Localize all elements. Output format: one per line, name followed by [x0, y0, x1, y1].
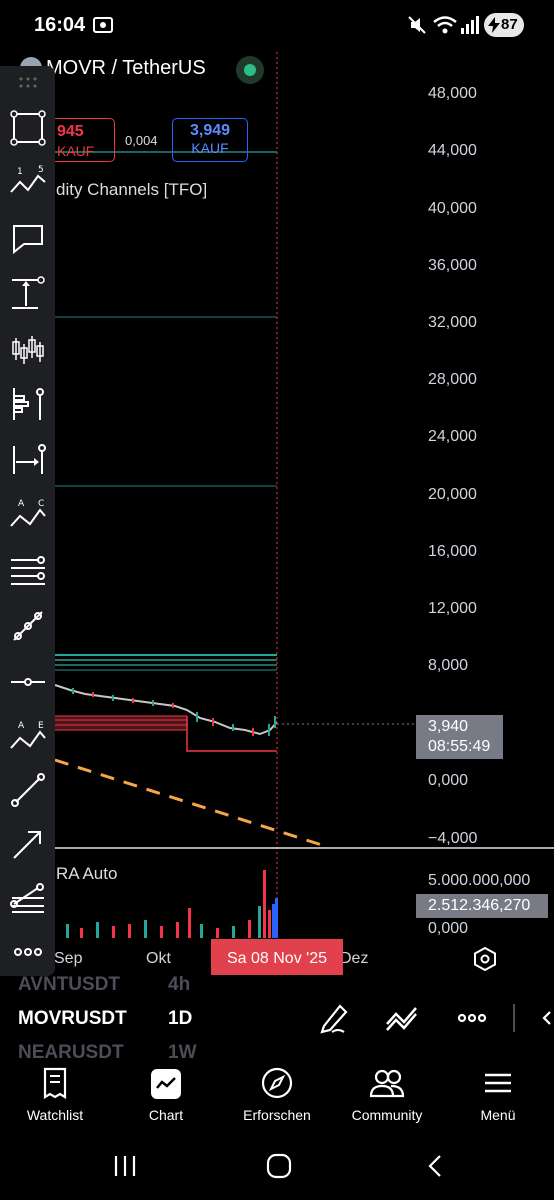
sell-label: KAUF [57, 143, 95, 159]
market-status-icon[interactable] [236, 56, 264, 84]
liquidity-zone [55, 716, 187, 730]
price-axis-label: 32,000 [428, 314, 477, 331]
system-navigation [0, 1134, 554, 1200]
more-options-icon[interactable] [456, 1000, 488, 1036]
price-axis-label: 40,000 [428, 200, 477, 217]
svg-text:C: C [38, 499, 44, 509]
time-axis-label: Okt [146, 950, 171, 967]
drag-handle-icon[interactable] [18, 76, 38, 90]
chart-icon [151, 1069, 181, 1099]
wifi-icon [433, 16, 457, 34]
price-axis-label: −4,000 [428, 830, 478, 847]
callout-tool-icon[interactable] [8, 218, 48, 258]
svg-text:A: A [18, 499, 25, 509]
nav-chart[interactable]: Chart [111, 1060, 221, 1134]
bottom-navigation: Watchlist Chart Erforschen Community Men… [0, 1060, 554, 1134]
price-axis-label: 48,000 [428, 85, 477, 102]
svg-text:1: 1 [17, 167, 23, 177]
volume-indicator-legend[interactable]: RA Auto [56, 864, 117, 884]
sell-price: 945 [57, 123, 84, 140]
battery-level: 87 [501, 16, 518, 33]
time-axis-label: Dez [340, 950, 369, 967]
price-axis-label: 12,000 [428, 600, 477, 617]
nav-watchlist[interactable]: Watchlist [0, 1060, 110, 1134]
watchlist-icon [43, 1067, 67, 1099]
price-axis-label: 36,000 [428, 257, 477, 274]
price-axis-label: 0,000 [428, 772, 469, 789]
watchlist-symbol-active[interactable]: MOVRUSDT [18, 1008, 127, 1030]
current-volume-tag: 2.512.346,270 [416, 894, 548, 918]
rectangle-tool-icon[interactable] [8, 108, 48, 148]
arrow-tool-icon[interactable] [8, 824, 48, 864]
buy-button[interactable]: 3,949 KAUF [172, 118, 248, 162]
home-icon[interactable] [264, 1152, 294, 1180]
back-icon[interactable] [420, 1152, 450, 1180]
current-price-tag: 3,940 08:55:49 [416, 715, 503, 759]
price-axis-label: 8,000 [428, 657, 469, 674]
pencil-icon[interactable] [318, 1000, 350, 1036]
price-axis-label: 24,000 [428, 428, 477, 445]
cursor-date-tag: Sa 08 Nov '25 [211, 939, 343, 975]
elliott-wave-tool-icon[interactable]: A E [8, 716, 48, 756]
fib-channel-tool-icon[interactable] [8, 878, 48, 918]
nav-label: Menü [480, 1107, 516, 1123]
price-axis-label: 20,000 [428, 486, 477, 503]
signal-icon [461, 16, 479, 34]
panel-expand-icon[interactable] [512, 1000, 554, 1036]
svg-text:5: 5 [38, 165, 44, 175]
volume-axis-label: 0,000 [428, 920, 469, 937]
watchlist-interval[interactable]: 4h [168, 974, 190, 996]
charging-icon [488, 17, 500, 33]
volume-axis-label: 5.000.000,000 [428, 872, 531, 889]
current-price: 3,940 [428, 718, 469, 735]
buy-price: 3,949 [189, 122, 231, 139]
nav-menu[interactable]: Menü [443, 1060, 553, 1134]
parallel-channel-tool-icon[interactable] [8, 550, 48, 590]
hamburger-menu-icon [485, 1073, 511, 1093]
community-icon [369, 1069, 405, 1098]
trend-channel-tool-icon[interactable] [8, 606, 48, 646]
mute-icon [408, 16, 426, 34]
date-range-tool-icon[interactable] [8, 440, 48, 480]
nav-label: Watchlist [26, 1107, 84, 1123]
svg-text:E: E [38, 721, 44, 731]
nav-label: Community [351, 1107, 423, 1123]
bars-pattern-tool-icon[interactable] [8, 330, 48, 370]
spread-value: 0,004 [125, 133, 158, 148]
screenshot-icon [93, 17, 113, 33]
drawing-toolbar: 1 5 A C A E [0, 66, 55, 976]
price-axis-label: 44,000 [428, 142, 477, 159]
recent-apps-icon[interactable] [110, 1152, 140, 1180]
indicator-legend[interactable]: dity Channels [TFO] [56, 180, 207, 200]
time-axis-label: Sep [54, 950, 83, 967]
price-axis-label: 28,000 [428, 371, 477, 388]
chart-pattern-icon[interactable] [384, 1000, 420, 1036]
trend-line[interactable] [54, 758, 326, 848]
price-axis-label: 16,000 [428, 543, 477, 560]
svg-text:A: A [18, 721, 25, 731]
abcd-pattern-tool-icon[interactable]: A C [8, 494, 48, 534]
status-bar: 16:04 87 [0, 0, 554, 52]
compass-icon [261, 1067, 293, 1099]
horizontal-line-tool-icon[interactable] [8, 662, 48, 702]
nav-label: Erforschen [243, 1107, 311, 1123]
buy-label: KAUF [191, 140, 229, 156]
nav-explore[interactable]: Erforschen [222, 1060, 332, 1134]
candle-countdown: 08:55:49 [428, 738, 491, 755]
more-tools-icon[interactable] [8, 932, 48, 972]
price-range-tool-icon[interactable] [8, 274, 48, 314]
trend-line-tool-icon[interactable] [8, 770, 48, 810]
fixed-range-volume-tool-icon[interactable] [8, 384, 48, 424]
nav-community[interactable]: Community [332, 1060, 442, 1134]
symbol-name: MOVR / TetherUS [46, 56, 206, 79]
status-time: 16:04 [34, 14, 86, 36]
xabcd-pattern-tool-icon[interactable]: 1 5 [8, 162, 48, 202]
chart-settings-icon[interactable] [472, 946, 498, 972]
watchlist-interval-active[interactable]: 1D [168, 1008, 192, 1030]
battery-indicator: 87 [484, 13, 524, 37]
nav-label: Chart [148, 1107, 184, 1123]
watchlist-symbol[interactable]: AVNTUSDT [18, 974, 120, 996]
